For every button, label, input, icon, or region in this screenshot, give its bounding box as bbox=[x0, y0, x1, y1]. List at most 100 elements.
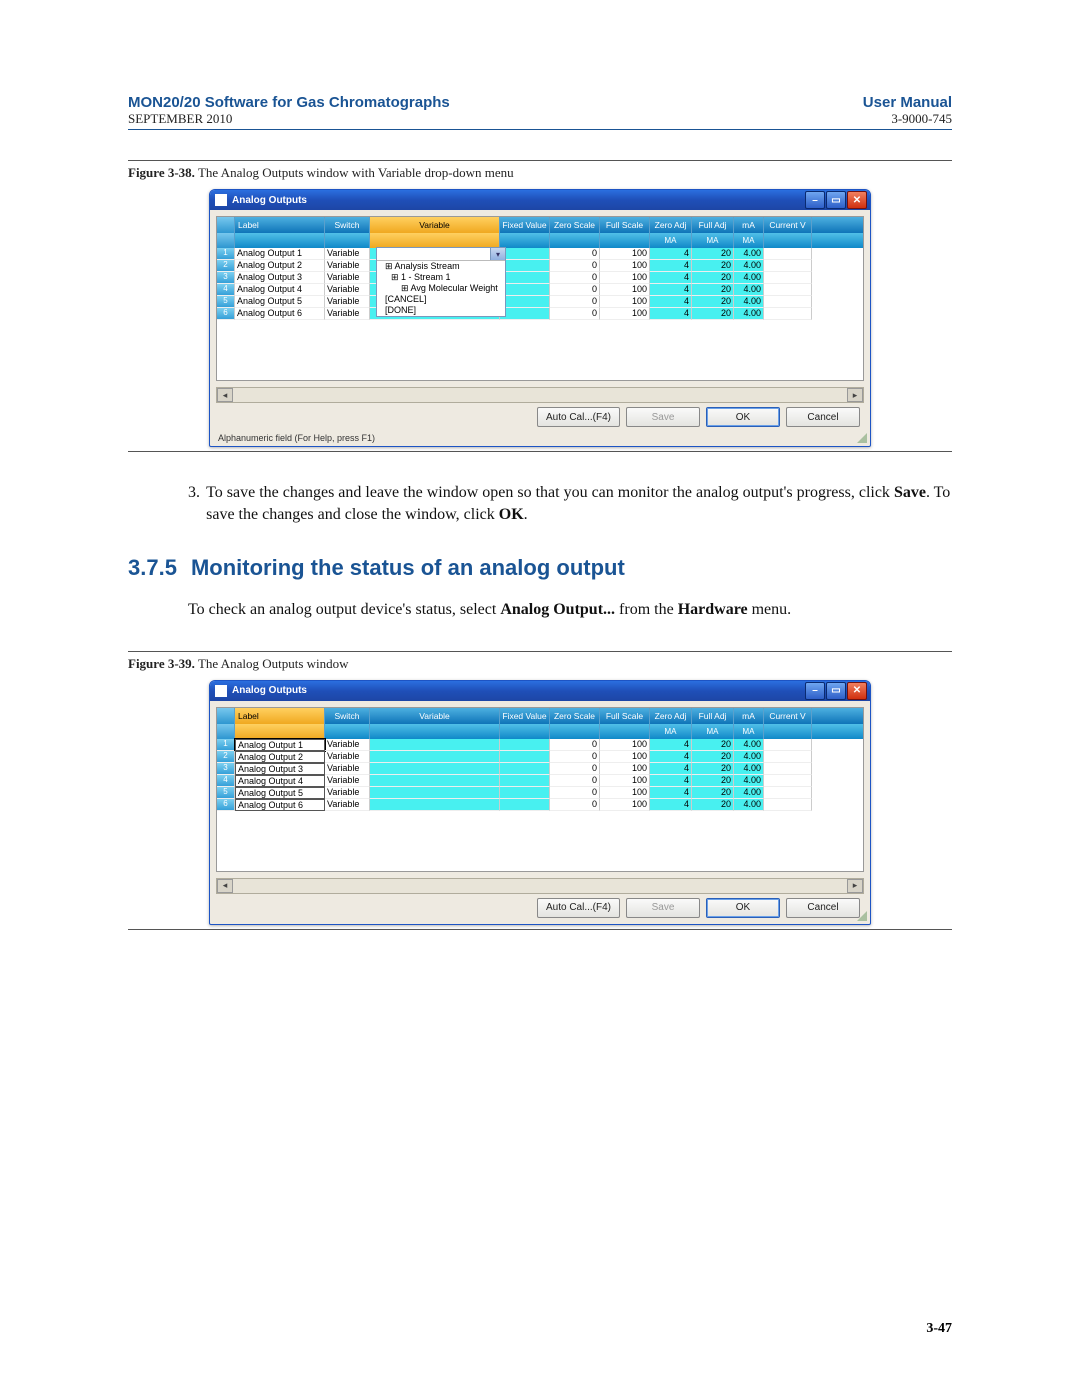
cell-switch[interactable]: Variable bbox=[325, 775, 370, 787]
cell-zero-adj[interactable]: 4 bbox=[650, 751, 692, 763]
cell-full-adj[interactable]: 20 bbox=[692, 284, 734, 296]
cell-switch[interactable]: Variable bbox=[325, 763, 370, 775]
cell-zero-scale[interactable]: 0 bbox=[550, 272, 600, 284]
cell-ma[interactable]: 4.00 bbox=[734, 763, 764, 775]
row-number[interactable]: 4 bbox=[217, 284, 235, 296]
cell-switch[interactable]: Variable bbox=[325, 739, 370, 751]
dropdown-option[interactable]: ⊞ Avg Molecular Weight bbox=[377, 283, 505, 294]
cell-fixed-value[interactable] bbox=[500, 763, 550, 775]
cancel-button[interactable]: Cancel bbox=[786, 407, 860, 427]
cell-fixed-value[interactable] bbox=[500, 739, 550, 751]
cell-zero-adj[interactable]: 4 bbox=[650, 308, 692, 320]
cell-label[interactable]: Analog Output 5 bbox=[235, 787, 325, 799]
row-number[interactable]: 5 bbox=[217, 296, 235, 308]
scroll-right-icon[interactable]: ▸ bbox=[847, 879, 863, 893]
dropdown-option[interactable]: [CANCEL] bbox=[377, 294, 505, 305]
cell-ma[interactable]: 4.00 bbox=[734, 751, 764, 763]
cell-ma[interactable]: 4.00 bbox=[734, 296, 764, 308]
cell-label[interactable]: Analog Output 2 bbox=[235, 751, 325, 763]
dropdown-selected[interactable]: ▾ bbox=[377, 248, 505, 261]
cell-zero-adj[interactable]: 4 bbox=[650, 272, 692, 284]
row-number[interactable]: 2 bbox=[217, 260, 235, 272]
cell-variable[interactable] bbox=[370, 763, 500, 775]
cell-full-adj[interactable]: 20 bbox=[692, 763, 734, 775]
cell-zero-adj[interactable]: 4 bbox=[650, 763, 692, 775]
cell-zero-adj[interactable]: 4 bbox=[650, 775, 692, 787]
cell-full-adj[interactable]: 20 bbox=[692, 260, 734, 272]
cell-switch[interactable]: Variable bbox=[325, 787, 370, 799]
col-full-scale[interactable]: Full Scale bbox=[600, 708, 650, 724]
row-number[interactable]: 6 bbox=[217, 799, 235, 811]
titlebar[interactable]: Analog Outputs – ▭ ✕ bbox=[210, 681, 870, 701]
cell-full-scale[interactable]: 100 bbox=[600, 272, 650, 284]
cell-switch[interactable]: Variable bbox=[325, 272, 370, 284]
cell-switch[interactable]: Variable bbox=[325, 248, 370, 260]
col-full-adj[interactable]: Full Adj bbox=[692, 217, 734, 233]
cell-full-scale[interactable]: 100 bbox=[600, 775, 650, 787]
maximize-button[interactable]: ▭ bbox=[826, 191, 846, 209]
cell-full-adj[interactable]: 20 bbox=[692, 739, 734, 751]
cell-label[interactable]: Analog Output 2 bbox=[235, 260, 325, 272]
variable-dropdown[interactable]: ▾ ⊞ Analysis Stream⊞ 1 - Stream 1⊞ Avg M… bbox=[376, 247, 506, 317]
cell-ma[interactable]: 4.00 bbox=[734, 739, 764, 751]
col-switch[interactable]: Switch bbox=[325, 708, 370, 724]
cell-switch[interactable]: Variable bbox=[325, 296, 370, 308]
cell-full-scale[interactable]: 100 bbox=[600, 284, 650, 296]
cell-label[interactable]: Analog Output 3 bbox=[235, 763, 325, 775]
cell-full-scale[interactable]: 100 bbox=[600, 248, 650, 260]
cell-zero-adj[interactable]: 4 bbox=[650, 799, 692, 811]
col-zero-adj[interactable]: Zero Adj bbox=[650, 217, 692, 233]
close-button[interactable]: ✕ bbox=[847, 682, 867, 700]
col-fixed-value[interactable]: Fixed Value bbox=[500, 708, 550, 724]
row-selector-header[interactable] bbox=[217, 708, 235, 724]
scroll-right-icon[interactable]: ▸ bbox=[847, 388, 863, 402]
ok-button[interactable]: OK bbox=[706, 407, 780, 427]
cell-zero-scale[interactable]: 0 bbox=[550, 799, 600, 811]
cell-fixed-value[interactable] bbox=[500, 272, 550, 284]
row-number[interactable]: 1 bbox=[217, 739, 235, 751]
cell-label[interactable]: Analog Output 6 bbox=[235, 308, 325, 320]
col-current-v[interactable]: Current V bbox=[764, 708, 812, 724]
cell-zero-scale[interactable]: 0 bbox=[550, 296, 600, 308]
col-ma[interactable]: mA bbox=[734, 217, 764, 233]
col-zero-adj[interactable]: Zero Adj bbox=[650, 708, 692, 724]
cell-ma[interactable]: 4.00 bbox=[734, 248, 764, 260]
cancel-button[interactable]: Cancel bbox=[786, 898, 860, 918]
cell-label[interactable]: Analog Output 4 bbox=[235, 775, 325, 787]
cell-zero-adj[interactable]: 4 bbox=[650, 739, 692, 751]
cell-full-adj[interactable]: 20 bbox=[692, 272, 734, 284]
cell-switch[interactable]: Variable bbox=[325, 799, 370, 811]
cell-switch[interactable]: Variable bbox=[325, 751, 370, 763]
cell-variable[interactable] bbox=[370, 739, 500, 751]
cell-ma[interactable]: 4.00 bbox=[734, 775, 764, 787]
cell-switch[interactable]: Variable bbox=[325, 260, 370, 272]
cell-full-adj[interactable]: 20 bbox=[692, 751, 734, 763]
cell-full-scale[interactable]: 100 bbox=[600, 751, 650, 763]
cell-full-scale[interactable]: 100 bbox=[600, 260, 650, 272]
save-button[interactable]: Save bbox=[626, 407, 700, 427]
titlebar[interactable]: Analog Outputs – ▭ ✕ bbox=[210, 190, 870, 210]
cell-zero-scale[interactable]: 0 bbox=[550, 763, 600, 775]
cell-fixed-value[interactable] bbox=[500, 775, 550, 787]
col-switch[interactable]: Switch bbox=[325, 217, 370, 233]
col-label[interactable]: Label bbox=[235, 217, 325, 233]
col-zero-scale[interactable]: Zero Scale bbox=[550, 217, 600, 233]
cell-ma[interactable]: 4.00 bbox=[734, 260, 764, 272]
cell-fixed-value[interactable] bbox=[500, 284, 550, 296]
cell-full-adj[interactable]: 20 bbox=[692, 248, 734, 260]
cell-label[interactable]: Analog Output 1 bbox=[235, 739, 325, 751]
cell-full-scale[interactable]: 100 bbox=[600, 308, 650, 320]
cell-label[interactable]: Analog Output 6 bbox=[235, 799, 325, 811]
close-button[interactable]: ✕ bbox=[847, 191, 867, 209]
cell-full-adj[interactable]: 20 bbox=[692, 787, 734, 799]
cell-full-scale[interactable]: 100 bbox=[600, 787, 650, 799]
horizontal-scrollbar[interactable]: ◂ ▸ bbox=[216, 387, 864, 403]
row-number[interactable]: 4 bbox=[217, 775, 235, 787]
horizontal-scrollbar[interactable]: ◂ ▸ bbox=[216, 878, 864, 894]
cell-zero-adj[interactable]: 4 bbox=[650, 296, 692, 308]
cell-variable[interactable] bbox=[370, 799, 500, 811]
row-number[interactable]: 2 bbox=[217, 751, 235, 763]
cell-ma[interactable]: 4.00 bbox=[734, 272, 764, 284]
col-zero-scale[interactable]: Zero Scale bbox=[550, 708, 600, 724]
cell-full-scale[interactable]: 100 bbox=[600, 799, 650, 811]
